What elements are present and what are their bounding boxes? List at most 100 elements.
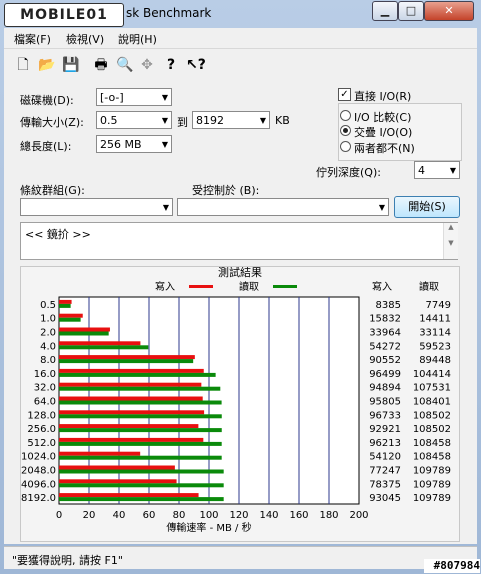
total-length-label: 總長度(L): (20, 140, 72, 153)
column-header-read: 讀取 (419, 280, 439, 293)
bar-write (59, 368, 204, 373)
results-panel: 測試結果 寫入 讀取 寫入 讀取 0 20 40 60 80 100 120 140 160 180 200 傳… (20, 266, 460, 542)
controlled-by-select[interactable]: ▼ (177, 198, 389, 216)
menu-help[interactable]: 說明(H) (118, 31, 157, 47)
data-label-read: 109789 (413, 479, 451, 490)
transfer-to-select[interactable]: 8192 ▼ (192, 111, 270, 129)
menu-file[interactable]: 檔案(F) (14, 31, 51, 47)
queue-depth-label: 佇列深度(Q): (316, 166, 381, 179)
title-bar[interactable]: MOBILE01 sk Benchmark ▁ □ ✕ (0, 0, 481, 28)
total-length-value: 256 MB (100, 138, 142, 151)
y-tick-label: 128.0 (27, 410, 56, 421)
drive-select[interactable]: [-o-] ▼ (96, 88, 172, 106)
move-icon: ✥ (141, 57, 153, 73)
data-label-write: 92921 (369, 424, 401, 435)
data-label-read: 108401 (413, 397, 451, 408)
data-label-read: 108502 (413, 410, 451, 421)
bar-write (59, 341, 141, 346)
data-label-write: 96499 (369, 369, 401, 380)
bar-write (59, 396, 203, 401)
help-icon[interactable]: ? (162, 56, 180, 74)
direct-io-label: 直接 I/O(R) (354, 90, 412, 103)
maximize-button[interactable]: □ (398, 1, 424, 21)
y-tick-label: 1.0 (40, 314, 56, 325)
description-textarea[interactable]: << 鏡扴 >> (20, 222, 458, 260)
app-logo: MOBILE01 (4, 3, 124, 27)
context-help-icon[interactable]: ↖? (186, 56, 206, 74)
bar-write (59, 313, 83, 318)
data-label-read: 33114 (419, 328, 451, 339)
data-label-write: 96213 (369, 438, 401, 449)
watermark-label: #807984 (424, 559, 480, 573)
io-compare-label: I/O 比較(C) (354, 111, 412, 124)
save-icon[interactable]: 💾 (62, 56, 80, 74)
print-icon[interactable]: 🖶 (92, 56, 110, 74)
x-tick-label: 40 (113, 510, 126, 521)
drive-value: [-o-] (100, 91, 124, 104)
bar-write (59, 424, 199, 429)
stripe-group-select[interactable]: ▼ (20, 198, 173, 216)
print-preview-icon[interactable]: 🔍 (116, 56, 134, 74)
legend-read-label: 讀取 (239, 280, 259, 293)
y-tick-label: 16.0 (34, 369, 56, 380)
open-folder-icon[interactable]: 📂 (38, 56, 56, 74)
data-label-write: 33964 (369, 328, 401, 339)
overlapped-io-label: 交疊 I/O(O) (354, 126, 413, 139)
total-length-select[interactable]: 256 MB ▼ (96, 135, 172, 153)
bar-read (59, 386, 221, 391)
start-button[interactable]: 開始(S) (394, 196, 460, 218)
close-button[interactable]: ✕ (424, 1, 474, 21)
data-label-read: 108502 (413, 424, 451, 435)
data-label-read: 108458 (413, 438, 451, 449)
bar-read (59, 469, 224, 474)
bar-read (59, 317, 81, 322)
x-tick-label: 140 (259, 510, 278, 521)
data-label-write: 95805 (369, 397, 401, 408)
io-compare-radio[interactable] (340, 110, 351, 121)
minimize-button[interactable]: ▁ (372, 1, 398, 21)
bar-read (59, 441, 222, 446)
stripe-group-label: 條紋群組(G): (20, 184, 85, 197)
chart-title: 測試結果 (218, 267, 262, 279)
legend-write-swatch (189, 285, 213, 288)
data-label-write: 78375 (369, 479, 401, 490)
data-label-read: 14411 (419, 314, 451, 325)
chevron-down-icon: ▼ (378, 203, 385, 212)
x-tick-label: 120 (229, 510, 248, 521)
bar-write (59, 410, 205, 415)
column-header-write: 寫入 (372, 280, 392, 293)
bar-read (59, 359, 194, 364)
direct-io-checkbox[interactable]: ✓ (338, 88, 351, 101)
results-chart: 測試結果寫入 讀取 寫入 讀取 0 20 40 60 80 100 120 140 160 180 200 傳… (21, 267, 451, 534)
transfer-from-select[interactable]: 0.5 ▼ (96, 111, 172, 129)
bar-read (59, 414, 222, 419)
overlapped-io-radio[interactable] (340, 125, 351, 136)
legend-read-swatch (273, 285, 297, 288)
bar-write (59, 299, 72, 304)
app-window: MOBILE01 sk Benchmark ▁ □ ✕ 檔案(F) 檢視(V) … (0, 0, 481, 574)
data-label-read: 7749 (426, 300, 451, 311)
transfer-size-label: 傳輸大小(Z): (20, 116, 84, 129)
y-tick-label: 8192.0 (21, 493, 56, 504)
new-file-icon[interactable]: 🗋 (14, 56, 32, 74)
description-scrollbar[interactable]: ▲ ▼ (443, 223, 458, 259)
queue-depth-value: 4 (418, 164, 425, 177)
status-text: "要獲得說明, 請按 F1" (12, 554, 123, 567)
data-label-read: 107531 (413, 383, 451, 394)
bar-read (59, 372, 216, 377)
menu-view[interactable]: 檢視(V) (66, 31, 104, 47)
menu-bar: 檔案(F) 檢視(V) 說明(H) (4, 28, 477, 48)
x-tick-label: 200 (349, 510, 368, 521)
data-label-read: 104414 (413, 369, 451, 380)
queue-depth-select[interactable]: 4 ▼ (414, 161, 460, 179)
y-tick-label: 8.0 (40, 355, 56, 366)
data-label-write: 8385 (376, 300, 401, 311)
to-label: 到 (177, 116, 188, 129)
data-label-write: 54120 (369, 452, 401, 463)
transfer-from-value: 0.5 (100, 114, 118, 127)
x-tick-label: 60 (143, 510, 156, 521)
x-tick-label: 80 (173, 510, 186, 521)
bar-read (59, 497, 224, 502)
bar-read (59, 400, 222, 405)
neither-radio[interactable] (340, 141, 351, 152)
